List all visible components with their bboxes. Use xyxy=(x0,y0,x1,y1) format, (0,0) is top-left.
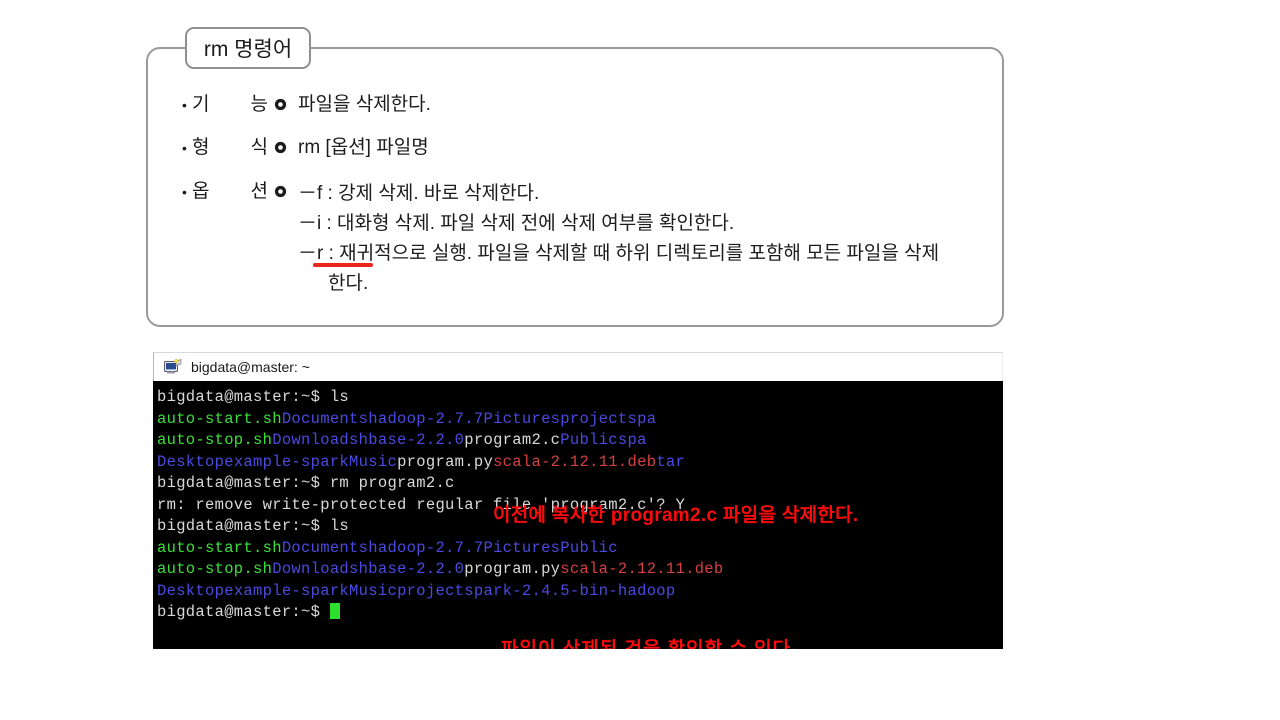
terminal-file-entry: Documents xyxy=(281,409,369,428)
terminal-file-entry: program.py xyxy=(397,452,494,471)
bullet-label-left: 기 xyxy=(192,94,210,115)
terminal-file-entry: Downloads xyxy=(272,431,359,449)
terminal-file-entry: Music xyxy=(349,581,398,600)
bullet-label-options: 옵 션 xyxy=(192,179,268,205)
terminal-file-entry: scala-2.12.11.deb xyxy=(560,560,724,578)
terminal-prompt: bigdata@master:~$ xyxy=(157,474,321,492)
terminal-prompt: bigdata@master:~$ xyxy=(157,388,321,406)
terminal-file-entry: hadoop-2.7.7 xyxy=(368,409,484,428)
option-line-interactive: －i : 대화형 삭제. 파일 삭제 전에 삭제 여부를 확인한다. xyxy=(298,213,735,234)
terminal-file-entry: Pictures xyxy=(483,538,561,557)
terminal-line: bigdata@master:~$ rm program2.c xyxy=(157,473,1003,495)
annotation-rm-note: 이전에 복사한 program2.c 파일을 삭제한다. xyxy=(493,505,859,526)
terminal-file-entry: spark-2.4.5-bin-hadoop xyxy=(464,581,676,600)
terminal-output-area[interactable]: bigdata@master:~$ ls auto-start.shDocumen… xyxy=(153,381,1003,649)
bullet-marker: • xyxy=(182,184,187,200)
terminal-line: auto-start.shDocumentshadoop-2.7.7Pictur… xyxy=(157,409,1003,431)
page-title: rm 명령어 xyxy=(185,27,311,69)
terminal-command: ls xyxy=(320,517,350,535)
terminal-file-entry: example-spark xyxy=(224,452,350,471)
page-title-text: rm 명령어 xyxy=(203,38,293,61)
annotation-confirm-note: 파일이 삭제된 것을 확인할 수 있다. xyxy=(501,639,797,649)
terminal-file-entry: Downloads xyxy=(272,560,359,578)
bullet-marker: • xyxy=(182,140,187,156)
option-line-recursive-cont: 한다. xyxy=(328,273,369,294)
terminal-prompt: bigdata@master:~$ xyxy=(157,603,330,621)
terminal-file-entry: Desktop xyxy=(157,452,225,471)
terminal-line: auto-stop.shDownloadshbase-2.2.0program.… xyxy=(157,559,1003,581)
ring-icon xyxy=(270,135,290,161)
terminal-command: rm program2.c xyxy=(320,474,455,492)
ring-icon xyxy=(270,92,290,118)
bullet-row-function: • 기 능 파일을 삭제한다. xyxy=(182,92,431,118)
terminal-file-entry: auto-stop.sh xyxy=(157,431,273,449)
bullet-row-syntax: • 형 식 rm [옵션] 파일명 xyxy=(182,135,429,161)
terminal-file-entry: auto-start.sh xyxy=(157,538,282,557)
bullet-label-function: 기 능 xyxy=(192,92,268,118)
bullet-label-left: 형 xyxy=(192,137,210,158)
terminal-file-entry: hbase-2.2.0 xyxy=(358,431,465,449)
terminal-file-entry: Desktop xyxy=(157,581,225,600)
terminal-line: Desktopexample-sparkMusicprojectspark-2.… xyxy=(157,581,1003,603)
terminal-file-entry: hbase-2.2.0 xyxy=(358,560,465,578)
terminal-title-text: bigdata@master: ~ xyxy=(191,359,310,375)
bullet-label-right: 식 xyxy=(250,137,268,158)
terminal-file-entry: spa xyxy=(617,431,647,449)
terminal-line: bigdata@master:~$ ls xyxy=(157,387,1003,409)
terminal-file-entry: project xyxy=(397,581,465,600)
terminal-file-entry: Pictures xyxy=(483,409,561,428)
terminal-prompt: bigdata@master:~$ xyxy=(157,517,321,535)
terminal-file-entry: auto-start.sh xyxy=(157,409,282,428)
bullet-label-right: 션 xyxy=(250,181,268,202)
terminal-command: ls xyxy=(320,388,350,406)
terminal-cursor xyxy=(329,603,340,619)
terminal-file-entry: project xyxy=(560,409,628,428)
bullet-label-left: 옵 xyxy=(192,181,210,202)
rm-command-panel: • 기 능 파일을 삭제한다. • 형 식 rm [옵션] 파일명 • 옵 션 … xyxy=(146,47,1004,327)
terminal-file-entry: example-spark xyxy=(224,581,350,600)
terminal-line: auto-stop.shDownloadshbase-2.2.0program2… xyxy=(157,430,1003,452)
bullet-body-function: 파일을 삭제한다. xyxy=(298,94,431,115)
bullet-marker: • xyxy=(182,97,187,113)
terminal-file-entry: program2.c xyxy=(464,431,561,449)
terminal-file-entry: Public xyxy=(560,538,618,557)
terminal-line: Desktopexample-sparkMusicprogram.pyscala… xyxy=(157,452,1003,474)
ring-icon xyxy=(270,179,290,205)
terminal-window: bigdata@master: ~ bigdata@master:~$ ls au… xyxy=(153,352,1003,649)
bullet-row-options: • 옵 션 －f : 강제 삭제. 바로 삭제한다. －i : 대화형 삭제. … xyxy=(182,179,939,299)
recursive-option-underline xyxy=(313,263,373,267)
terminal-file-entry: scala-2.12.11.deb xyxy=(493,452,657,471)
terminal-titlebar: bigdata@master: ~ xyxy=(153,352,1003,381)
option-line-recursive: －r : 재귀적으로 실행. 파일을 삭제할 때 하위 디렉토리를 포함해 모든… xyxy=(298,243,940,264)
terminal-file-entry: program.py xyxy=(464,560,561,578)
option-line-force: －f : 강제 삭제. 바로 삭제한다. xyxy=(298,183,540,204)
terminal-line: bigdata@master:~$ xyxy=(157,602,1003,624)
option-list: －f : 강제 삭제. 바로 삭제한다. －i : 대화형 삭제. 파일 삭제 … xyxy=(298,179,939,299)
terminal-line: auto-start.shDocumentshadoop-2.7.7Pictur… xyxy=(157,538,1003,560)
bullet-body-syntax: rm [옵션] 파일명 xyxy=(298,137,429,158)
terminal-file-entry: Public xyxy=(560,431,618,449)
terminal-file-entry: spa xyxy=(627,409,657,428)
terminal-file-entry: Music xyxy=(349,452,398,471)
terminal-file-entry: hadoop-2.7.7 xyxy=(368,538,484,557)
terminal-file-entry: Documents xyxy=(281,538,369,557)
bullet-label-right: 능 xyxy=(250,94,268,115)
terminal-file-entry: tar xyxy=(656,452,686,471)
bullet-label-syntax: 형 식 xyxy=(192,135,268,161)
terminal-file-entry: auto-stop.sh xyxy=(157,560,273,578)
terminal-window-icon xyxy=(164,358,183,376)
